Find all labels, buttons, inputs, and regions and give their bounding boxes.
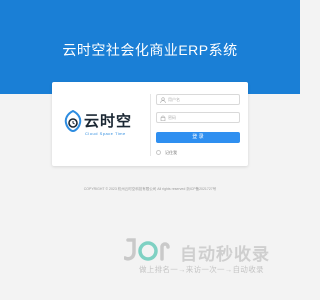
brand-subtitle: Cloud Space Time — [85, 131, 126, 136]
password-field[interactable] — [156, 112, 240, 123]
login-button[interactable]: 登 录 — [156, 132, 240, 143]
page-title: 云时空社会化商业ERP系统 — [62, 42, 238, 58]
password-input[interactable] — [168, 113, 238, 122]
login-card: 云时空 Cloud Space Time 登 录 记住我 — [52, 82, 248, 166]
username-field[interactable] — [156, 94, 240, 105]
brand-logo: 云时空 Cloud Space Time — [64, 109, 138, 141]
card-divider — [150, 94, 151, 156]
username-input[interactable] — [168, 95, 238, 104]
cloud-clock-logo-icon — [64, 110, 82, 132]
watermark-logo-icon — [124, 238, 170, 261]
brand-name: 云时空 — [84, 112, 133, 130]
copyright-footer: COPYRIGHT © 2023 杭州云时空科技有限公司 All rights … — [83, 187, 217, 191]
watermark-subtitle: 做上排名一→来访一次一→自动收录 — [139, 265, 264, 274]
remember-label: 记住我 — [165, 150, 177, 155]
watermark: 自动秒收录 做上排名一→来访一次一→自动收录 — [124, 238, 292, 278]
watermark-title: 自动秒收录 — [180, 245, 270, 265]
remember-checkbox[interactable] — [156, 150, 161, 155]
lock-icon — [160, 115, 166, 121]
hero-banner: 云时空社会化商业ERP系统 — [0, 0, 300, 94]
user-icon — [160, 97, 166, 103]
